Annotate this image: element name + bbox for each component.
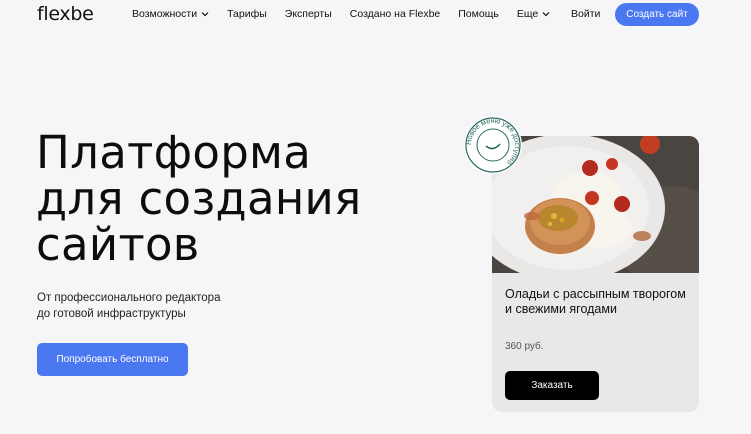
nav-item-label: Тарифы [227,8,267,20]
hero-subtitle-line: От профессионального редактора [37,292,221,304]
nav-item-more[interactable]: Еще [517,8,550,20]
product-card: Оладьи с рассыпным творогом и свежими яг… [492,136,699,412]
main-nav: Возможности Тарифы Эксперты Создано на F… [132,8,568,20]
create-site-button[interactable]: Создать сайт [615,3,699,26]
hero-subtitle-line: до готовой инфраструктуры [37,308,186,320]
flexbe-logo[interactable]: flexbe [37,3,94,25]
badge-seal: Новое меню уже доступно [464,116,522,174]
nav-item-pricing[interactable]: Тарифы [227,8,267,20]
dish-name: Оладьи с рассыпным творогом и свежими яг… [505,287,686,316]
chevron-down-icon [542,12,550,17]
login-link[interactable]: Войти [571,8,600,20]
hero-title-line: Платформа [36,126,312,179]
try-free-button[interactable]: Попробовать бесплатно [37,343,188,376]
hero-title: Платформа для создания сайтов [36,130,361,268]
nav-item-features[interactable]: Возможности [132,8,209,20]
hero-subtitle: От профессионального редактора до готово… [37,290,220,322]
nav-item-label: Эксперты [284,8,332,20]
nav-item-label: Возможности [132,8,198,20]
nav-item-label: Создано на Flexbe [349,8,441,20]
nav-item-label: Еще [516,8,539,20]
hero-title-line: для создания [36,172,362,225]
nav-item-experts[interactable]: Эксперты [285,8,332,20]
new-menu-badge: Новое меню уже доступно [462,114,524,176]
nav-item-label: Помощь [458,8,499,20]
chevron-down-icon [201,12,209,17]
order-button[interactable]: Заказать [505,371,599,400]
nav-item-showcase[interactable]: Создано на Flexbe [350,8,440,20]
dish-price: 360 руб. [505,341,544,352]
hero-title-line: сайтов [36,218,200,271]
nav-item-help[interactable]: Помощь [458,8,499,20]
top-navigation: flexbe Возможности Тарифы Эксперты Созда… [0,0,751,30]
